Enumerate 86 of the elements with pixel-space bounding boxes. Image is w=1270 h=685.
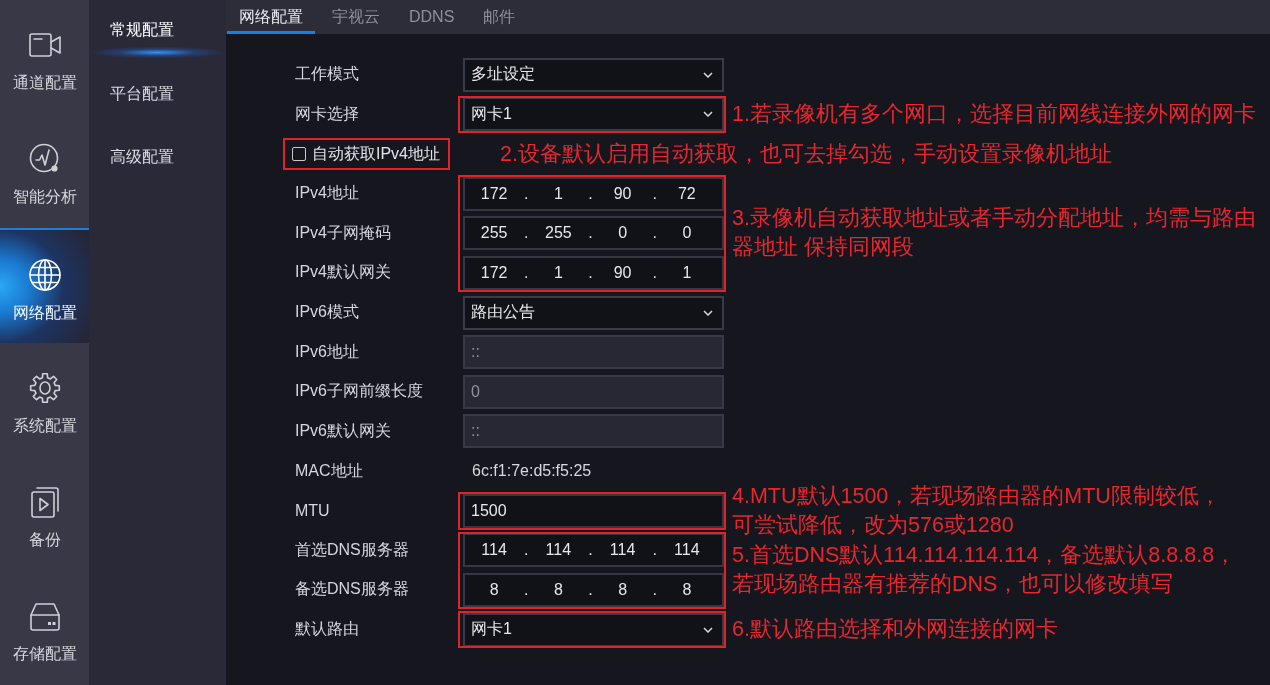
dot-separator: . (587, 184, 594, 203)
field-label: IPv6默认网关 (294, 420, 391, 441)
checkbox[interactable] (292, 147, 306, 162)
sidebar-item[interactable]: 智能分析 (0, 113, 89, 228)
octet-input[interactable]: 1 (533, 263, 584, 282)
annotation-note: 5.首选DNS默认114.114.114.114，备选默认8.8.8.8， 若现场路由器有推荐的DNS，也可以修改填写 (732, 542, 1237, 599)
annotation-note: 4.MTU默认1500，若现场路由器的MTU限制较低， 可尝试降低，改为576或1280 (732, 482, 1221, 539)
settings-icon (27, 371, 62, 406)
octet-input[interactable]: 8 (661, 580, 712, 599)
chevron-down-icon (703, 71, 713, 78)
ip-address-field[interactable]: 8 . 8 . 8 . 8 (463, 572, 724, 607)
dot-separator: . (587, 263, 594, 282)
annotation-note: 6.默认路由选择和外网连接的网卡 (732, 616, 1058, 644)
octet-input[interactable]: 8 (533, 580, 584, 599)
field-label: IPv4子网掩码 (294, 222, 391, 243)
chevron-down-icon (703, 626, 713, 633)
chevron-down-icon (703, 111, 713, 118)
ip-address-field[interactable]: 114 . 114 . 114 . 114 (463, 533, 724, 568)
ip-address-field[interactable]: 255 . 255 . 0 . 0 (463, 216, 724, 251)
chevron-down-icon (703, 309, 713, 316)
dot-separator: . (523, 263, 530, 282)
annotation-note: 1.若录像机有多个网口，选择目前网线连接外网的网卡 (732, 100, 1256, 128)
octet-input[interactable]: 172 (469, 184, 520, 203)
dropdown-field[interactable]: 路由公告 (463, 295, 724, 330)
annotation-note: 2.设备默认启用自动获取，也可去掉勾选，手动设置录像机地址 (500, 140, 1112, 168)
dropdown-field[interactable]: 多址设定 (463, 57, 724, 92)
globe-icon (27, 257, 62, 292)
octet-input[interactable]: 1 (533, 184, 584, 203)
checkbox-label[interactable]: 自动获取IPv4地址 (312, 143, 440, 165)
dot-separator: . (523, 184, 530, 203)
dot-separator: . (651, 224, 658, 243)
octet-input[interactable]: 1 (661, 263, 712, 282)
submenu-item[interactable]: 高级配置 (89, 127, 226, 191)
octet-input[interactable]: 8 (597, 580, 648, 599)
dot-separator: . (523, 580, 530, 599)
octet-input[interactable]: 0 (661, 224, 712, 243)
octet-input[interactable]: 114 (661, 541, 712, 560)
dot-separator: . (523, 224, 530, 243)
dropdown-field[interactable]: 网卡1 (463, 97, 724, 132)
octet-input[interactable]: 255 (533, 224, 584, 243)
octet-input[interactable]: 255 (469, 224, 520, 243)
dot-separator: . (651, 263, 658, 282)
octet-input[interactable]: 0 (597, 224, 648, 243)
tab[interactable]: 网络配置 (227, 0, 315, 34)
tab[interactable]: DDNS (397, 0, 467, 34)
submenu-item[interactable]: 平台配置 (89, 63, 226, 127)
octet-input[interactable]: 114 (533, 541, 584, 560)
dropdown-field[interactable]: 网卡1 (463, 612, 724, 647)
octet-input[interactable]: 72 (661, 184, 712, 203)
text-field[interactable]: 1500 (463, 493, 724, 528)
dot-separator: . (523, 541, 530, 560)
sidebar-item[interactable]: 通道配置 (0, 0, 89, 114)
ip-address-field[interactable]: 172 . 1 . 90 . 1 (463, 255, 724, 290)
dot-separator: . (651, 184, 658, 203)
octet-input[interactable]: 8 (469, 580, 520, 599)
field-label: MTU (294, 501, 330, 520)
field-label: IPv6子网前缀长度 (294, 381, 423, 402)
field-label: IPv6模式 (294, 302, 359, 323)
dot-separator: . (587, 541, 594, 560)
ip-address-field[interactable]: 172 . 1 . 90 . 72 (463, 176, 724, 211)
field-label: IPv4地址 (294, 183, 359, 204)
field-label: 首选DNS服务器 (294, 539, 409, 560)
field-label: 工作模式 (294, 64, 359, 85)
sidebar-item[interactable]: 存储配置 (0, 571, 89, 685)
octet-input[interactable]: 114 (597, 541, 648, 560)
dot-separator: . (651, 580, 658, 599)
octet-input[interactable]: 90 (597, 184, 648, 203)
tab[interactable]: 邮件 (471, 0, 528, 34)
annotation-note: 3.录像机自动获取地址或者手动分配地址，均需与路由 器地址 保持同网段 (732, 205, 1256, 262)
tab[interactable]: 宇视云 (320, 0, 392, 34)
octet-input[interactable]: 172 (469, 263, 520, 282)
field-label: MAC地址 (294, 460, 363, 481)
sidebar-item[interactable]: 网络配置 (0, 227, 89, 344)
field-label: 网卡选择 (294, 103, 359, 124)
mac-address-value: 6c:f1:7e:d5:f5:25 (471, 462, 592, 481)
octet-input[interactable]: 90 (597, 263, 648, 282)
dot-separator: . (651, 541, 658, 560)
sidebar-item[interactable]: 备份 (0, 457, 89, 572)
octet-input[interactable]: 114 (469, 541, 520, 560)
dot-separator: . (587, 580, 594, 599)
sidebar-item[interactable]: 系统配置 (0, 343, 89, 458)
field-label: 默认路由 (294, 619, 359, 640)
field-label: 备选DNS服务器 (294, 579, 409, 600)
field-label: IPv6地址 (294, 341, 359, 362)
field-label: IPv4默认网关 (294, 262, 391, 283)
dot-separator: . (587, 224, 594, 243)
